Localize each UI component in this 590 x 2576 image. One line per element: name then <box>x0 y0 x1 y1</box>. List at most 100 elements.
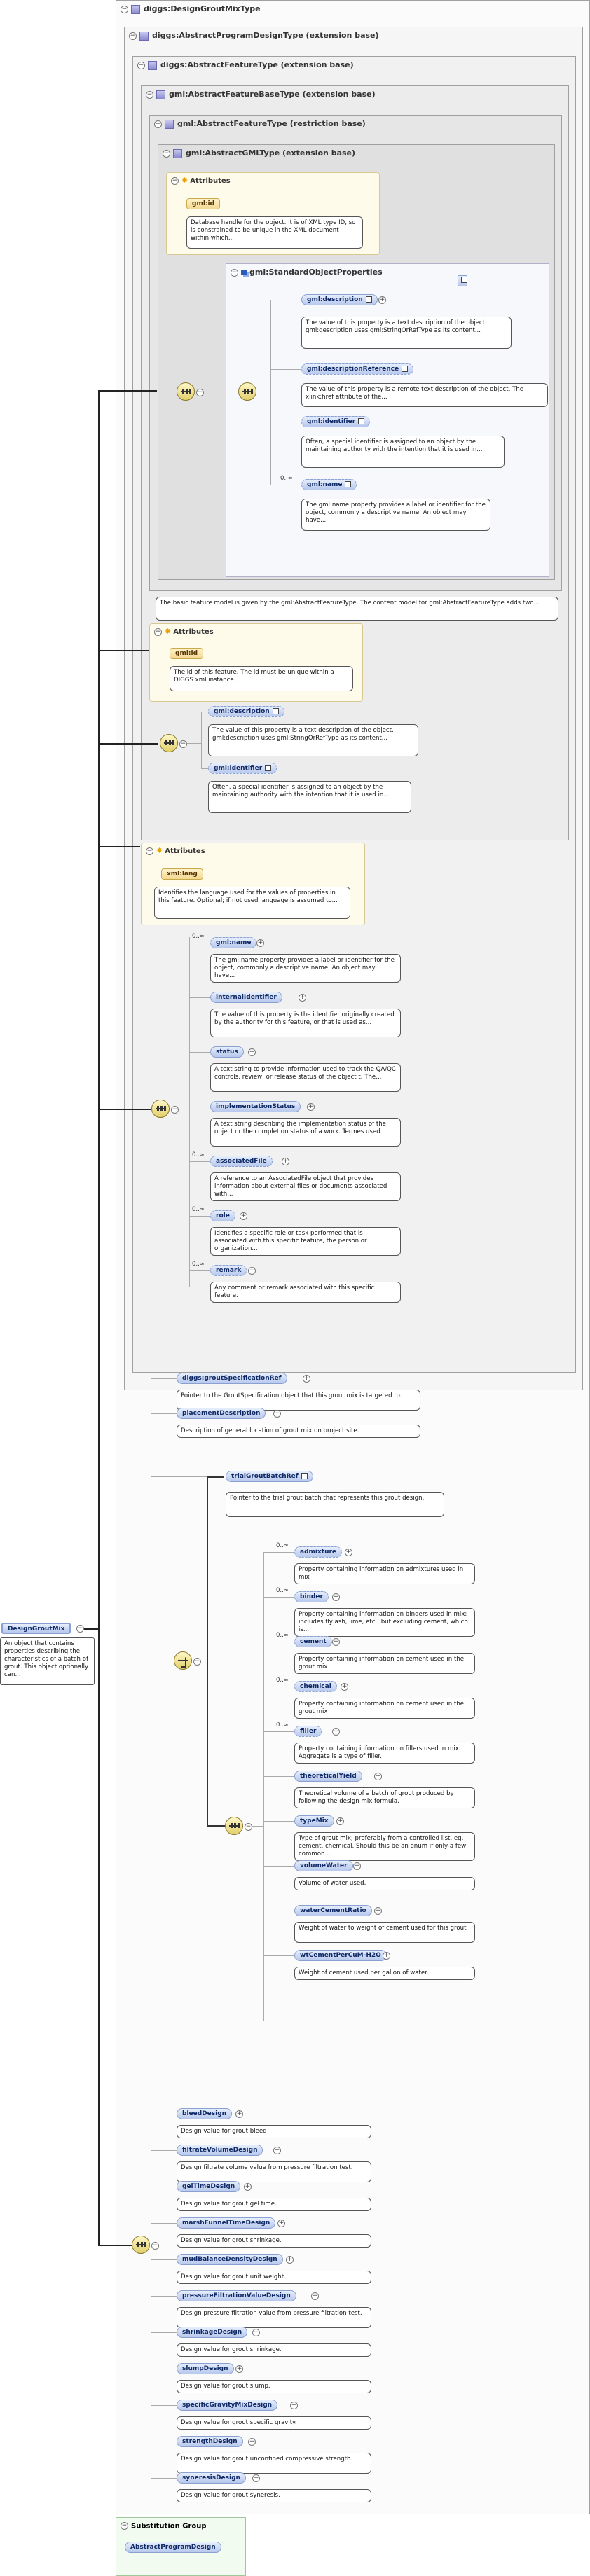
feat-item-description[interactable]: gml:description <box>208 706 284 717</box>
schema-element[interactable]: bleedDesign <box>177 2108 233 2119</box>
schema-element[interactable]: gml:name <box>210 937 257 948</box>
sop-item-description-reference[interactable]: gml:descriptionReference <box>301 363 414 375</box>
collapse-toggle-icon[interactable]: − <box>154 628 162 636</box>
sequence-compositor-trial[interactable] <box>225 1817 243 1835</box>
sop-header[interactable]: − gml:StandardObjectProperties <box>231 268 383 277</box>
schema-element[interactable]: volumeWater <box>294 1860 353 1871</box>
expand-icon[interactable]: + <box>277 2220 285 2227</box>
collapse-toggle-icon[interactable]: − <box>231 268 238 277</box>
expand-icon[interactable]: + <box>303 1375 310 1383</box>
sequence-compositor-gml[interactable] <box>177 382 195 401</box>
collapse-toggle-icon[interactable]: − <box>154 120 162 128</box>
type-header[interactable]: − diggs:DesignGroutMixType <box>121 4 261 14</box>
collapse-toggle-icon[interactable]: − <box>121 5 128 13</box>
expand-icon[interactable]: + <box>248 1048 256 1056</box>
collapse-toggle-icon[interactable]: − <box>129 32 137 40</box>
feat-item-identifier[interactable]: gml:identifier <box>208 763 277 774</box>
schema-element[interactable]: marshFunnelTimeDesign <box>177 2217 276 2229</box>
schema-element[interactable]: diggs:groutSpecificationRef <box>177 1373 287 1384</box>
schema-element[interactable]: placementDescription <box>177 1408 266 1419</box>
expand-icon[interactable]: + <box>332 1728 340 1736</box>
sequence-compositor-feature[interactable] <box>160 734 178 752</box>
expand-icon[interactable]: + <box>378 296 386 304</box>
expand-icon[interactable]: + <box>252 2329 260 2336</box>
schema-element[interactable]: filtrateVolumeDesign <box>177 2145 263 2156</box>
attr-gml-id[interactable]: gml:id <box>186 198 221 209</box>
expand-icon[interactable]: + <box>273 1410 281 1418</box>
sequence-compositor-diggs[interactable] <box>151 1100 170 1118</box>
collapse-toggle-icon[interactable]: − <box>137 61 145 69</box>
expand-icon[interactable]: + <box>307 1103 315 1111</box>
attributes-header[interactable]: − ✸ Attributes <box>146 846 205 855</box>
expand-icon[interactable]: − <box>76 1625 84 1633</box>
collapse-toggle-icon[interactable]: − <box>121 2522 128 2530</box>
schema-element[interactable]: chemical <box>294 1681 337 1692</box>
expand-icon[interactable]: + <box>383 1952 390 1960</box>
root-element-design-grout-mix[interactable]: DesignGroutMix <box>1 1623 71 1634</box>
ext-header-abstract-feature[interactable]: − diggs:AbstractFeatureType (extension ba… <box>137 60 354 70</box>
collapse-toggle-icon[interactable]: − <box>171 176 179 185</box>
expand-icon[interactable]: + <box>299 994 306 1002</box>
schema-element[interactable]: cement <box>294 1636 332 1647</box>
restriction-header[interactable]: − gml:AbstractFeatureType (restriction ba… <box>154 119 366 129</box>
ext-header-program-design[interactable]: − diggs:AbstractProgramDesignType (extens… <box>129 31 379 41</box>
expand-icon[interactable]: + <box>311 2292 319 2300</box>
substitution-item[interactable]: AbstractProgramDesign <box>125 2542 221 2553</box>
collapse-toggle-icon[interactable]: − <box>163 149 170 158</box>
schema-element[interactable]: theoreticalYield <box>294 1771 362 1782</box>
schema-element[interactable]: gelTimeDesign <box>177 2181 241 2192</box>
sop-item-identifier[interactable]: gml:identifier <box>301 416 371 427</box>
substitution-header[interactable]: − Substitution Group <box>121 2522 207 2530</box>
schema-element[interactable]: associatedFile <box>210 1156 273 1167</box>
expand-icon[interactable]: − <box>151 2242 159 2250</box>
sop-item-name[interactable]: gml:name <box>301 479 357 490</box>
schema-element[interactable]: status <box>210 1046 244 1058</box>
ext-header-gml[interactable]: − gml:AbstractGMLType (extension base) <box>163 148 355 158</box>
schema-element[interactable]: wtCementPerCuM-H2O <box>294 1950 387 1961</box>
schema-element[interactable]: filler <box>294 1726 322 1737</box>
expand-icon[interactable]: + <box>235 2365 243 2373</box>
expand-icon[interactable]: + <box>256 939 264 947</box>
schema-element[interactable]: waterCementRatio <box>294 1905 372 1916</box>
schema-element[interactable]: binder <box>294 1591 329 1602</box>
schema-element[interactable]: syneresisDesign <box>177 2472 246 2484</box>
expand-icon[interactable]: + <box>290 2402 298 2409</box>
schema-element[interactable]: admixture <box>294 1546 343 1558</box>
attributes-header[interactable]: − ✸ Attributes <box>171 176 231 185</box>
sop-ref-link[interactable] <box>458 275 467 286</box>
expand-icon[interactable]: + <box>345 1549 352 1556</box>
sequence-compositor-root[interactable] <box>132 2236 150 2254</box>
schema-element[interactable]: remark <box>210 1265 247 1276</box>
trial-grout-batch-ref[interactable]: trialGroutBatchRef <box>226 1471 313 1482</box>
choice-compositor[interactable] <box>174 1651 192 1670</box>
schema-element[interactable]: role <box>210 1210 235 1221</box>
expand-icon[interactable]: + <box>282 1158 289 1165</box>
expand-icon[interactable]: − <box>171 1106 179 1114</box>
expand-icon[interactable]: − <box>245 1823 252 1831</box>
expand-icon[interactable]: + <box>353 1862 361 1870</box>
expand-icon[interactable]: + <box>235 2110 243 2118</box>
expand-icon[interactable]: + <box>240 1212 247 1220</box>
expand-icon[interactable]: − <box>193 1658 201 1666</box>
expand-icon[interactable]: + <box>248 1267 256 1275</box>
attr-xml-lang[interactable]: xml:lang <box>161 868 203 880</box>
collapse-toggle-icon[interactable]: − <box>146 847 153 855</box>
expand-icon[interactable]: + <box>244 2183 252 2191</box>
sop-item-description[interactable]: gml:description <box>301 294 378 305</box>
expand-icon[interactable]: + <box>336 1817 344 1825</box>
schema-element[interactable]: implementationStatus <box>210 1101 301 1112</box>
schema-element[interactable]: internalIdentifier <box>210 992 282 1003</box>
attr-feature-id[interactable]: gml:id <box>170 648 204 659</box>
schema-element[interactable]: specificGravityMixDesign <box>177 2400 278 2411</box>
schema-element[interactable]: slumpDesign <box>177 2363 234 2374</box>
ext-header-feature-base[interactable]: − gml:AbstractFeatureBaseType (extension … <box>146 90 376 99</box>
schema-element[interactable]: strengthDesign <box>177 2436 243 2447</box>
expand-icon[interactable]: + <box>374 1773 382 1780</box>
collapse-toggle-icon[interactable]: − <box>146 90 153 99</box>
expand-icon[interactable]: + <box>252 2474 260 2482</box>
expand-icon[interactable]: + <box>273 2147 281 2154</box>
schema-element[interactable]: shrinkageDesign <box>177 2327 248 2338</box>
attributes-header[interactable]: − ✸ Attributes <box>154 627 214 636</box>
expand-icon[interactable]: + <box>248 2438 256 2446</box>
expand-icon[interactable]: − <box>196 389 204 396</box>
